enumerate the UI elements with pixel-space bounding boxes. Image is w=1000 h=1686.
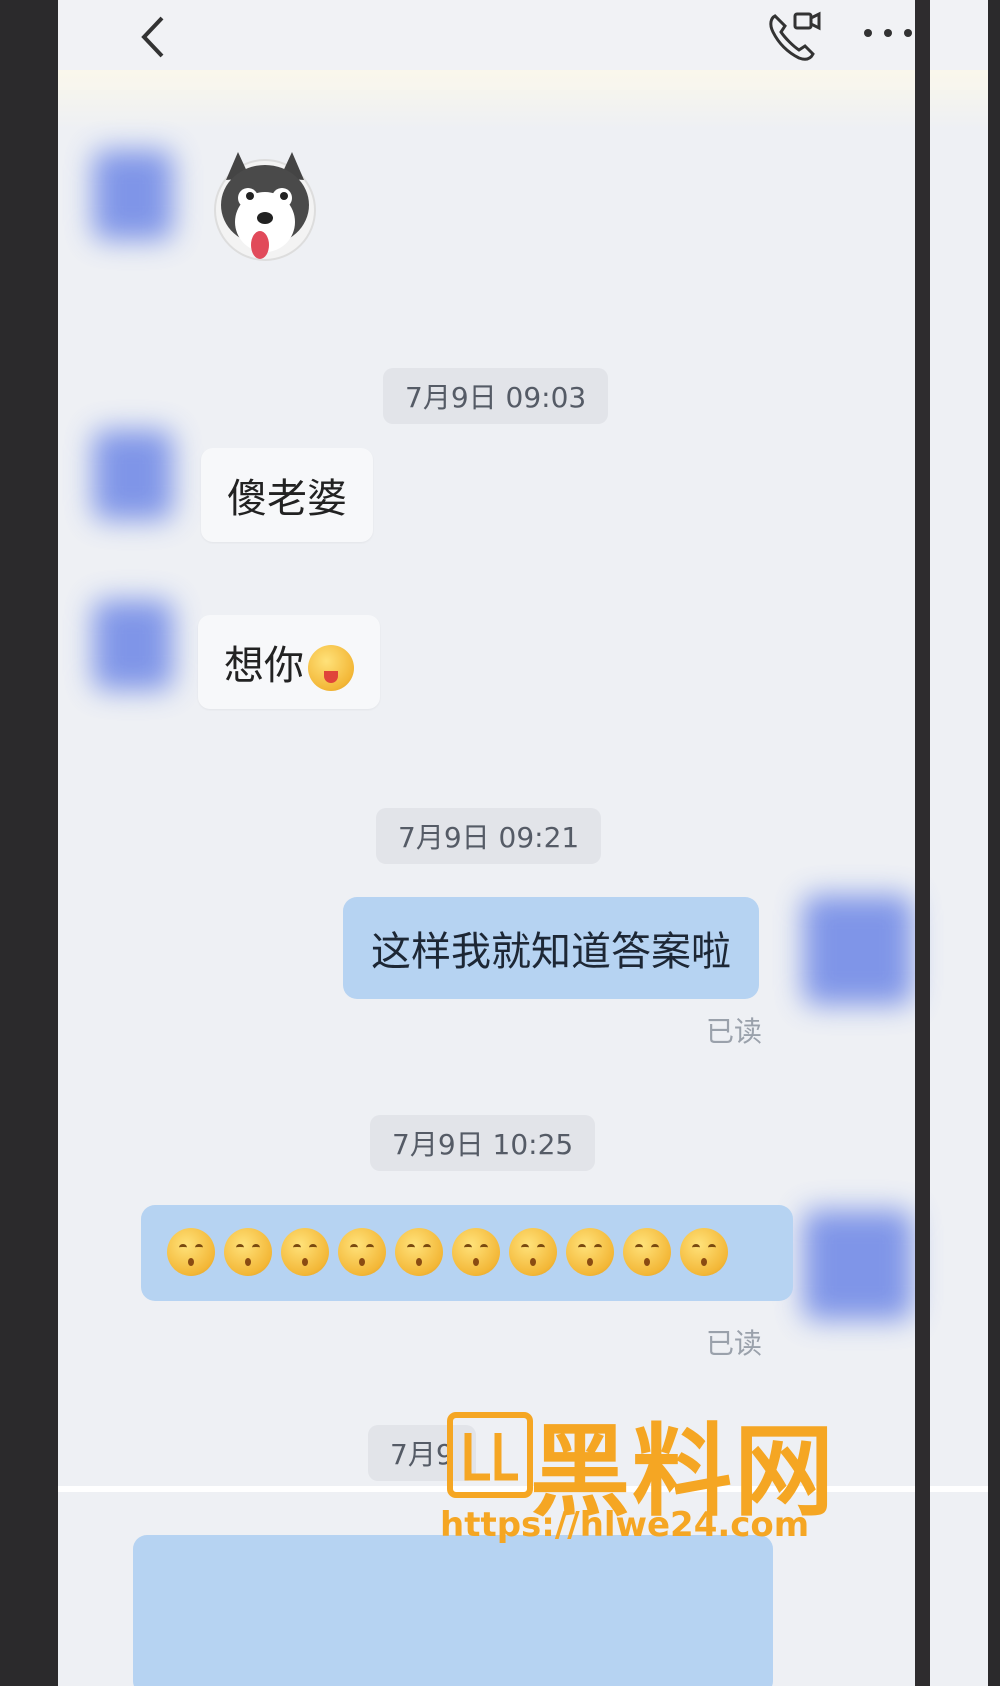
phone-video-icon[interactable] bbox=[763, 8, 821, 66]
message-text: 这样我就知道答案啦 bbox=[371, 929, 731, 975]
kissing-face-emoji bbox=[680, 1228, 728, 1276]
screen-glare bbox=[58, 70, 988, 130]
message-text: 想你 bbox=[224, 643, 304, 689]
message-text: 傻老婆 bbox=[227, 476, 347, 522]
kissing-face-emoji bbox=[338, 1228, 386, 1276]
read-status: 已读 bbox=[706, 1015, 763, 1048]
more-dots-icon[interactable] bbox=[858, 18, 918, 48]
timestamp: 7月9日 09:21 bbox=[376, 808, 602, 864]
message-bubble-outgoing[interactable] bbox=[141, 1205, 793, 1301]
avatar[interactable] bbox=[803, 895, 913, 1005]
device-edge bbox=[915, 0, 930, 1686]
avatar[interactable] bbox=[93, 430, 173, 520]
kissing-face-emoji bbox=[509, 1228, 557, 1276]
kissing-face-emoji bbox=[281, 1228, 329, 1276]
chevron-left-icon[interactable] bbox=[128, 12, 178, 62]
avatar[interactable] bbox=[93, 150, 173, 240]
avatar[interactable] bbox=[93, 600, 173, 690]
kissing-face-emoji bbox=[167, 1228, 215, 1276]
message-bubble-incoming[interactable]: 傻老婆 bbox=[201, 448, 373, 542]
tongue-out-emoji bbox=[308, 645, 354, 691]
watermark-logo-icon bbox=[447, 1412, 533, 1498]
husky-dog-sticker[interactable] bbox=[208, 150, 323, 275]
kissing-face-emoji bbox=[395, 1228, 443, 1276]
read-status: 已读 bbox=[706, 1327, 763, 1360]
kissing-face-emoji bbox=[623, 1228, 671, 1276]
kissing-face-emoji bbox=[452, 1228, 500, 1276]
timestamp: 7月9日 10:25 bbox=[370, 1115, 596, 1171]
message-bubble-incoming[interactable]: 想你 bbox=[198, 615, 380, 709]
kissing-face-emoji bbox=[566, 1228, 614, 1276]
avatar[interactable] bbox=[803, 1210, 913, 1320]
timestamp: 7月9日 09:03 bbox=[383, 368, 609, 424]
kissing-face-emoji bbox=[224, 1228, 272, 1276]
watermark-url: https://hlwe24.com bbox=[440, 1505, 810, 1545]
message-bubble-outgoing[interactable] bbox=[133, 1535, 773, 1686]
message-bubble-outgoing[interactable]: 这样我就知道答案啦 bbox=[343, 897, 759, 999]
